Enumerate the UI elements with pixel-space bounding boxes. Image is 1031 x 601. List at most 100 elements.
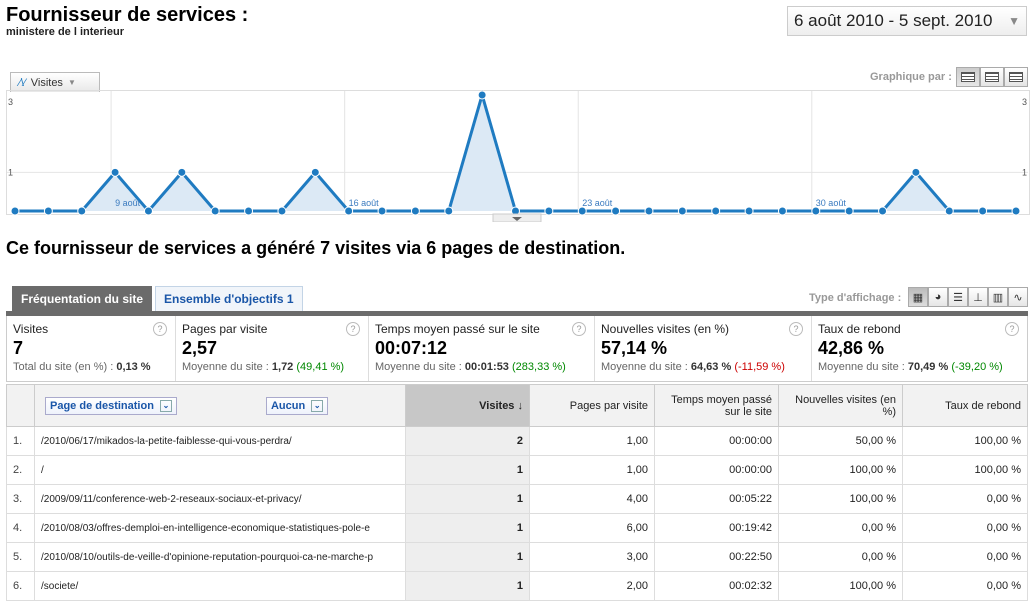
- table-icon: ▦: [912, 291, 924, 304]
- table-row: 3./2009/09/11/conference-web-2-reseaux-s…: [6, 484, 1028, 514]
- cell-avg-time: 00:22:50: [654, 542, 779, 572]
- column-header-pages-per-visit[interactable]: Pages par visite: [529, 384, 655, 427]
- row-number: 2.: [6, 455, 35, 485]
- chart-point: [444, 206, 454, 216]
- landing-page-link[interactable]: /societe/: [34, 571, 406, 601]
- cell-new-visits: 0,00 %: [778, 542, 903, 572]
- chart-point: [878, 206, 888, 216]
- chart-point: [477, 90, 487, 100]
- x-tick-label: 16 août: [349, 198, 380, 208]
- cell-avg-time: 00:02:32: [654, 571, 779, 601]
- visits-chart: 3 3 1 1 9 août 16 août 23 août 30 août: [6, 90, 1030, 222]
- summary-label: Temps moyen passé sur le site: [375, 322, 540, 336]
- metric-selector-label: Visites: [30, 76, 63, 89]
- chart-point: [77, 206, 87, 216]
- landing-page-link[interactable]: /2009/09/11/conference-web-2-reseaux-soc…: [34, 484, 406, 514]
- cell-visits: 1: [405, 542, 530, 572]
- pie-view-button[interactable]: ◕: [928, 287, 948, 307]
- chart-point: [911, 167, 921, 177]
- column-header-visits[interactable]: Visites ↓: [405, 384, 530, 427]
- help-icon[interactable]: ?: [153, 322, 167, 336]
- help-icon[interactable]: ?: [572, 322, 586, 336]
- column-header-bounce-rate[interactable]: Taux de rebond: [902, 384, 1028, 427]
- landing-page-link[interactable]: /2010/08/10/outils-de-veille-d'opinione-…: [34, 542, 406, 572]
- dimension-dropdown[interactable]: Page de destination ⌄: [45, 396, 177, 415]
- column-header-avg-time[interactable]: Temps moyen passé sur le site: [654, 384, 779, 427]
- cell-new-visits: 0,00 %: [778, 513, 903, 543]
- summary-pages-per-visit: Pages par visite 2,57 Moyenne du site : …: [176, 316, 369, 381]
- graph-by-day-button[interactable]: [956, 67, 980, 87]
- sort-down-icon: ↓: [517, 399, 524, 412]
- sparkline-view-button[interactable]: ∿: [1008, 287, 1028, 307]
- summary-visits: Visites 7 Total du site (en %) : 0,13 % …: [7, 316, 176, 381]
- cell-bounce-rate: 100,00 %: [902, 455, 1028, 485]
- table-row: 2./1 1,00 00:00:00 100,00 % 100,00 %: [6, 455, 1028, 485]
- cell-new-visits: 100,00 %: [778, 484, 903, 514]
- y-tick-label-right: 1: [1022, 167, 1027, 177]
- date-range-picker[interactable]: 6 août 2010 - 5 sept. 2010 ▼: [787, 6, 1027, 36]
- chart-point: [944, 206, 954, 216]
- chart-point: [777, 206, 787, 216]
- landing-page-link[interactable]: /: [34, 455, 406, 485]
- chart-point: [43, 206, 53, 216]
- line-chart-icon: ⁄\⁄: [19, 76, 26, 89]
- landing-page-link[interactable]: /2010/08/03/offres-demploi-en-intelligen…: [34, 513, 406, 543]
- summary-avg-time: Temps moyen passé sur le site 00:07:12 M…: [369, 316, 595, 381]
- chart-point: [644, 206, 654, 216]
- chart-point: [711, 206, 721, 216]
- summary-sub: Moyenne du site : 1,72 (49,41 %): [182, 361, 345, 373]
- cell-bounce-rate: 0,00 %: [902, 484, 1028, 514]
- summary-value: 57,14 %: [601, 338, 668, 358]
- table-view-button[interactable]: ▦: [908, 287, 928, 307]
- tab-objectifs[interactable]: Ensemble d'objectifs 1: [155, 286, 303, 311]
- summary-sub: Total du site (en %) : 0,13 %: [13, 361, 151, 373]
- row-number: 1.: [6, 426, 35, 456]
- cell-bounce-rate: 0,00 %: [902, 571, 1028, 601]
- summary-bounce-rate: Taux de rebond 42,86 % Moyenne du site :…: [812, 316, 1027, 381]
- chart-point: [978, 206, 988, 216]
- bars-icon: ☰: [953, 291, 963, 304]
- pivot-view-button[interactable]: ▥: [988, 287, 1008, 307]
- cell-new-visits: 100,00 %: [778, 571, 903, 601]
- y-tick-label-right: 3: [1022, 97, 1027, 107]
- chevron-down-icon: ⌄: [159, 399, 172, 412]
- summary-new-visits: Nouvelles visites (en %) 57,14 % Moyenne…: [595, 316, 812, 381]
- summary-value: 00:07:12: [375, 338, 448, 358]
- secondary-dimension-dropdown[interactable]: Aucun ⌄: [265, 396, 329, 415]
- help-icon[interactable]: ?: [1005, 322, 1019, 336]
- performance-view-button[interactable]: ☰: [948, 287, 968, 307]
- chevron-down-icon: ▼: [1008, 14, 1020, 28]
- x-tick-label: 30 août: [816, 198, 847, 208]
- cell-pages-per-visit: 3,00: [529, 542, 655, 572]
- date-range-label: 6 août 2010 - 5 sept. 2010: [794, 11, 993, 30]
- landing-page-link[interactable]: /2010/06/17/mikados-la-petite-faiblesse-…: [34, 426, 406, 456]
- summary-sub: Moyenne du site : 00:01:53 (283,33 %): [375, 361, 566, 373]
- summary-label: Taux de rebond: [818, 322, 901, 336]
- landing-pages-table: Page de destination ⌄ Aucun ⌄ Visites ↓ Pa…: [6, 384, 1028, 601]
- graph-by-buttons: [956, 67, 1028, 87]
- chart-point: [210, 206, 220, 216]
- summary-sub: Moyenne du site : 64,63 % (-11,59 %): [601, 361, 785, 373]
- cell-bounce-rate: 100,00 %: [902, 426, 1028, 456]
- tab-frequentation[interactable]: Fréquentation du site: [12, 286, 153, 311]
- graph-by-week-button[interactable]: [980, 67, 1004, 87]
- x-tick-label: 23 août: [582, 198, 613, 208]
- metric-selector[interactable]: ⁄\⁄ Visites ▼: [10, 72, 100, 92]
- row-number: 5.: [6, 542, 35, 572]
- graph-by-month-button[interactable]: [1004, 67, 1028, 87]
- chart-point: [277, 206, 287, 216]
- sparkline-icon: ∿: [1013, 291, 1023, 304]
- summary-scorecard: Visites 7 Total du site (en %) : 0,13 % …: [6, 316, 1028, 382]
- help-icon[interactable]: ?: [346, 322, 360, 336]
- cell-visits: 1: [405, 513, 530, 543]
- help-icon[interactable]: ?: [789, 322, 803, 336]
- cell-pages-per-visit: 4,00: [529, 484, 655, 514]
- cell-pages-per-visit: 6,00: [529, 513, 655, 543]
- chart-point: [544, 206, 554, 216]
- chart-point: [110, 167, 120, 177]
- chart-point: [143, 206, 153, 216]
- table-header-row: Page de destination ⌄ Aucun ⌄ Visites ↓ Pa…: [6, 384, 1028, 427]
- comparison-view-button[interactable]: ⊥: [968, 287, 988, 307]
- table-row: 4./2010/08/03/offres-demploi-en-intellig…: [6, 513, 1028, 543]
- column-header-new-visits[interactable]: Nouvelles visites (en %): [778, 384, 903, 427]
